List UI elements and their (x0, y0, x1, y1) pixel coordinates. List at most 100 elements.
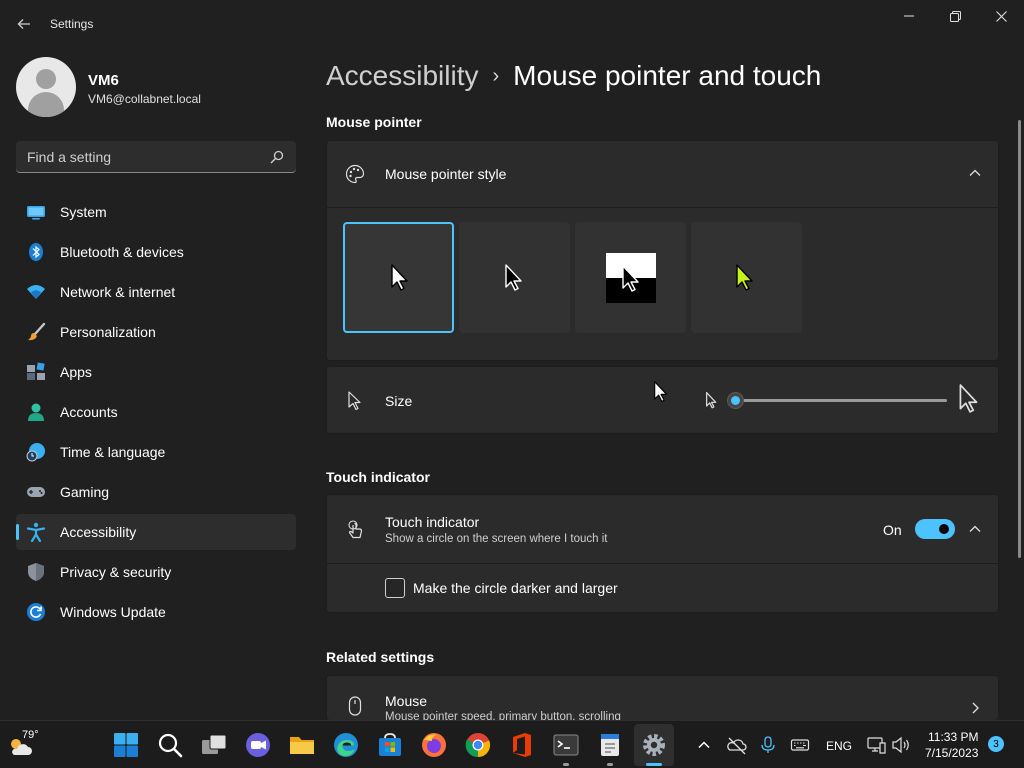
sidebar-item-label: Bluetooth & devices (60, 244, 184, 260)
bluetooth-icon (29, 243, 43, 261)
touch-indicator-row[interactable]: Touch indicator Show a circle on the scr… (327, 495, 998, 563)
section-title-mouse-pointer: Mouse pointer (326, 114, 422, 130)
related-mouse-description: Mouse pointer speed, primary button, scr… (385, 711, 621, 720)
notification-badge[interactable]: 3 (988, 736, 1004, 752)
mouse-pointer-style-label: Mouse pointer style (385, 166, 507, 182)
touch-indicator-label: Touch indicator (385, 514, 480, 530)
profile-name: VM6 (88, 72, 119, 89)
sidebar-item-label: Privacy & security (60, 564, 172, 580)
accessibility-icon (26, 522, 46, 542)
darker-circle-label: Make the circle darker and larger (413, 580, 618, 596)
sidebar-item-gaming[interactable]: Gaming (16, 474, 296, 510)
sidebar-item-label: Windows Update (60, 604, 166, 620)
edge-icon[interactable] (332, 731, 360, 759)
search-icon[interactable] (270, 150, 284, 164)
minimize-button[interactable] (886, 0, 932, 32)
sidebar-item-system[interactable]: System (16, 194, 296, 230)
clock-time[interactable]: 11:33 PM (928, 730, 978, 744)
onedrive-icon[interactable] (727, 735, 747, 755)
profile-email: VM6@collabnet.local (88, 92, 201, 106)
teams-chat-icon[interactable] (244, 731, 272, 759)
related-mouse-label: Mouse (385, 693, 428, 709)
settings-icon[interactable] (640, 731, 668, 759)
sidebar-item-label: Accessibility (60, 524, 137, 540)
close-icon (995, 10, 1007, 22)
active-indicator (646, 763, 662, 766)
chevron-up-icon[interactable] (694, 735, 714, 755)
keyboard-icon[interactable] (790, 735, 810, 755)
active-indicator (16, 524, 19, 540)
microphone-icon[interactable] (758, 735, 778, 755)
sidebar-item-time-language[interactable]: Time & language (16, 434, 296, 470)
darker-circle-checkbox[interactable] (385, 578, 405, 598)
sidebar-item-label: Accounts (60, 404, 118, 420)
small-pointer-icon (706, 392, 717, 409)
white-pointer-icon (391, 264, 408, 291)
size-slider-track[interactable] (737, 399, 947, 402)
sidebar-item-windows-update[interactable]: Windows Update (16, 594, 296, 630)
office-icon[interactable] (508, 731, 536, 759)
wifi-icon (27, 285, 45, 299)
sidebar-item-privacy[interactable]: Privacy & security (16, 554, 296, 590)
back-button[interactable] (10, 10, 38, 38)
related-mouse-card[interactable]: Mouse Mouse pointer speed, primary butto… (326, 675, 999, 720)
volume-icon[interactable] (891, 735, 911, 755)
store-icon[interactable] (376, 731, 404, 759)
restore-icon (949, 10, 961, 22)
minimize-icon (904, 15, 914, 17)
mouse-pointer-style-header[interactable]: Mouse pointer style (327, 141, 998, 207)
search-input[interactable] (16, 141, 256, 172)
network-icon[interactable] (866, 735, 886, 755)
user-profile[interactable]: VM6 VM6@collabnet.local (16, 57, 296, 119)
divider (327, 207, 998, 208)
restore-button[interactable] (932, 0, 978, 32)
running-indicator (563, 763, 569, 766)
touch-indicator-card: Touch indicator Show a circle on the scr… (326, 494, 999, 613)
shield-icon (28, 563, 44, 581)
taskbar: 79° ENG 11:33 PM 7/15/2023 (0, 720, 1024, 768)
chrome-icon[interactable] (464, 731, 492, 759)
paintbrush-icon (28, 322, 46, 341)
chevron-up-icon[interactable] (968, 166, 982, 180)
refresh-icon (27, 603, 45, 621)
sidebar-item-apps[interactable]: Apps (16, 354, 296, 390)
pointer-style-black[interactable] (459, 222, 570, 333)
weather-widget[interactable]: 79° (8, 729, 42, 761)
terminal-icon[interactable] (552, 731, 580, 759)
sidebar-item-network[interactable]: Network & internet (16, 274, 296, 310)
task-view-icon[interactable] (200, 731, 228, 759)
pointer-size-card: Size (326, 366, 999, 434)
sidebar-item-personalization[interactable]: Personalization (16, 314, 296, 350)
start-icon[interactable] (112, 731, 140, 759)
large-pointer-icon (959, 384, 978, 413)
globe-clock-icon (26, 443, 45, 462)
close-button[interactable] (978, 0, 1024, 32)
pointer-style-white[interactable] (343, 222, 454, 333)
monitor-icon (27, 206, 45, 220)
notepad-icon[interactable] (596, 731, 624, 759)
sidebar-item-bluetooth[interactable]: Bluetooth & devices (16, 234, 296, 270)
scrollbar[interactable] (1018, 120, 1021, 558)
settings-search[interactable] (16, 141, 296, 173)
toggle-state-text: On (883, 522, 902, 538)
pointer-style-custom[interactable] (691, 222, 802, 333)
size-slider-thumb[interactable] (727, 392, 744, 409)
mouse-icon (348, 696, 362, 716)
sidebar-item-accounts[interactable]: Accounts (16, 394, 296, 430)
breadcrumb-separator: › (492, 64, 500, 87)
sidebar-item-label: System (60, 204, 107, 220)
firefox-icon[interactable] (420, 731, 448, 759)
language-indicator[interactable]: ENG (826, 739, 852, 753)
sidebar-item-label: Time & language (60, 444, 166, 460)
darker-circle-row[interactable]: Make the circle darker and larger (327, 564, 998, 614)
file-explorer-icon[interactable] (288, 731, 316, 759)
pointer-style-inverted[interactable] (575, 222, 686, 333)
clock-date[interactable]: 7/15/2023 (925, 746, 978, 760)
breadcrumb-parent[interactable]: Accessibility (326, 60, 478, 92)
touch-indicator-toggle[interactable] (915, 519, 955, 539)
sidebar-item-accessibility[interactable]: Accessibility (16, 514, 296, 550)
section-title-touch-indicator: Touch indicator (326, 469, 430, 485)
chevron-up-icon[interactable] (968, 522, 982, 536)
chevron-right-icon (972, 702, 979, 714)
search-icon[interactable] (156, 731, 184, 759)
